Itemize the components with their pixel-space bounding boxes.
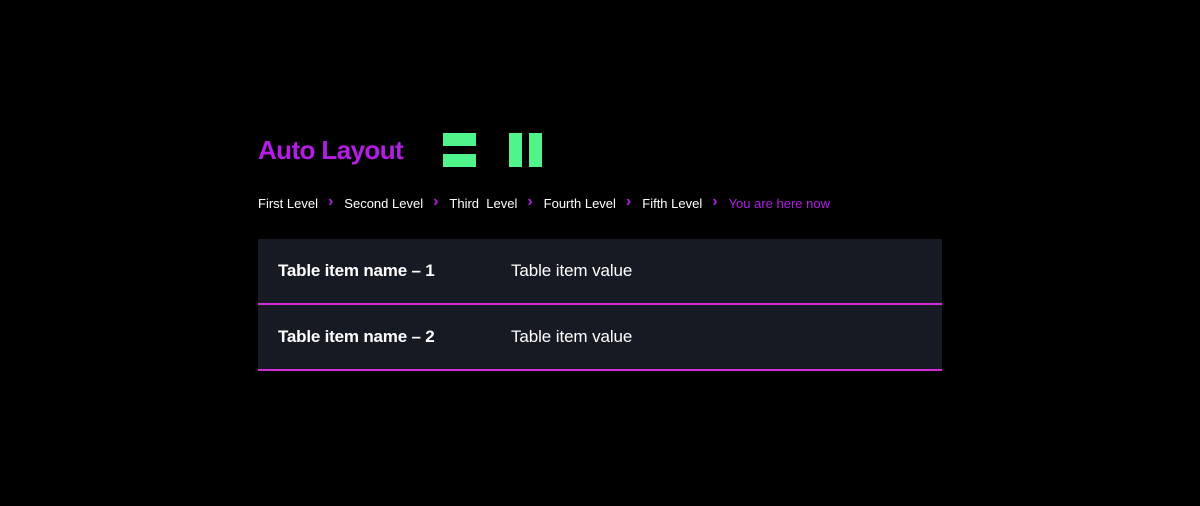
horizontal-stack-icon-bar-right (529, 133, 542, 167)
breadcrumb-item-second-level[interactable]: Second Level (344, 196, 423, 211)
breadcrumb-separator-icon: › (433, 193, 439, 210)
breadcrumb-item-third-level[interactable]: Third Level (449, 196, 517, 211)
table-item-value: Table item value (511, 261, 633, 280)
breadcrumb-item-fifth-level[interactable]: Fifth Level (642, 196, 702, 211)
breadcrumb: First Level › Second Level › Third Level… (258, 193, 830, 213)
breadcrumb-separator-icon: › (327, 193, 334, 210)
data-table: Table item name – 1 Table item value Tab… (258, 239, 942, 371)
breadcrumb-separator-icon: › (712, 193, 718, 210)
breadcrumb-current: You are here now (728, 195, 830, 211)
table-item-name: Table item name – 2 (278, 327, 435, 346)
horizontal-stack-icon-bar-left (509, 133, 522, 167)
vertical-stack-icon-bar-bottom (443, 154, 476, 167)
horizontal-stack-icon[interactable] (509, 133, 542, 167)
table-row: Table item name – 1 Table item value (258, 239, 942, 305)
breadcrumb-separator-icon: › (625, 193, 632, 210)
page-title: Auto Layout (258, 135, 404, 165)
breadcrumb-item-first-level[interactable]: First Level (258, 196, 318, 211)
header: Auto Layout (258, 130, 404, 170)
table-item-name: Table item name – 1 (278, 261, 435, 280)
vertical-stack-icon-bar-top (443, 133, 476, 146)
breadcrumb-separator-icon: › (527, 193, 533, 210)
breadcrumb-item-fourth-level[interactable]: Fourth Level (544, 196, 616, 211)
table-item-value: Table item value (511, 327, 633, 346)
table-row: Table item name – 2 Table item value (258, 305, 942, 371)
vertical-stack-icon[interactable] (443, 133, 476, 167)
